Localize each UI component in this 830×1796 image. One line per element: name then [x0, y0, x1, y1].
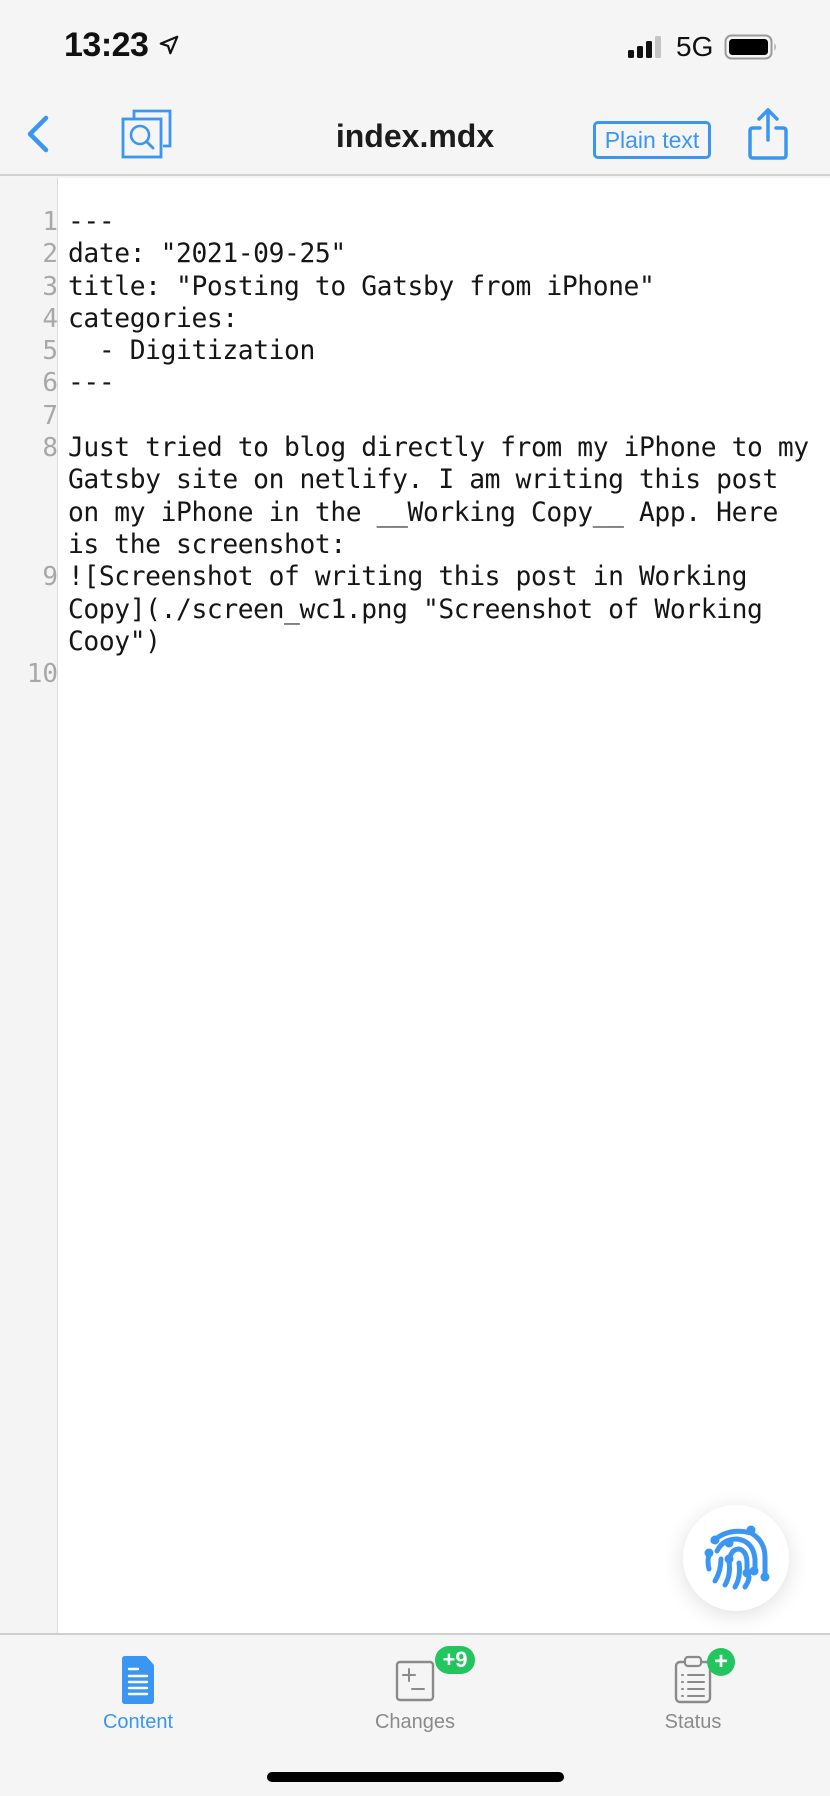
line-text[interactable]: ![Screenshot of writing this post in Wor… [58, 561, 818, 658]
chevron-left-icon[interactable] [18, 112, 58, 156]
signal-icon [628, 36, 661, 58]
line-text[interactable]: ​ [58, 400, 818, 432]
search-files-icon[interactable] [120, 108, 174, 160]
code-line[interactable]: 4 categories: [0, 303, 830, 335]
tab-label: Content [102, 1711, 174, 1733]
line-text[interactable]: categories: [58, 303, 818, 335]
line-number: 8 [42, 433, 58, 464]
tab-label: Changes [374, 1711, 456, 1733]
editor-lines[interactable]: 1 --- 2 date: "2021-09-25" 3 title: "Pos… [0, 206, 830, 690]
diff-icon [395, 1660, 435, 1702]
navigation-bar: index.mdx Plain text [0, 94, 830, 176]
line-text[interactable]: date: "2021-09-25" [58, 238, 818, 270]
line-number: 5 [42, 336, 58, 367]
code-line[interactable]: 10 ​ [0, 658, 830, 690]
line-text[interactable]: ​ [58, 658, 818, 690]
home-indicator[interactable] [267, 1772, 564, 1782]
code-line[interactable]: 7 ​ [0, 400, 830, 432]
changes-count-badge: +9 [435, 1646, 475, 1674]
line-text[interactable]: --- [58, 367, 818, 399]
plain-text-mode-button[interactable]: Plain text [593, 121, 711, 159]
battery-icon [724, 34, 776, 60]
document-icon [122, 1656, 154, 1704]
line-number: 10 [26, 659, 58, 690]
tab-changes[interactable]: +9 Changes [335, 1645, 495, 1735]
share-icon[interactable] [746, 106, 790, 162]
line-number: 3 [42, 271, 58, 302]
code-line[interactable]: 9 ![Screenshot of writing this post in W… [0, 561, 830, 658]
code-line[interactable]: 3 title: "Posting to Gatsby from iPhone" [0, 271, 830, 303]
tab-status[interactable]: + Status [613, 1645, 773, 1735]
fingerprint-unlock-button[interactable] [683, 1505, 789, 1611]
line-number: 6 [42, 368, 58, 399]
line-number: 4 [42, 303, 58, 334]
line-number: 2 [42, 239, 58, 270]
tab-label: Status [664, 1711, 722, 1733]
line-text[interactable]: - Digitization [58, 335, 818, 367]
tab-content[interactable]: Content [58, 1645, 218, 1735]
line-number: 7 [42, 400, 58, 431]
line-text[interactable]: Just tried to blog directly from my iPho… [58, 432, 818, 561]
code-line[interactable]: 2 date: "2021-09-25" [0, 238, 830, 270]
location-arrow-icon [159, 35, 179, 55]
line-number: 9 [42, 562, 58, 593]
code-line[interactable]: 8 Just tried to blog directly from my iP… [0, 432, 830, 561]
status-badge: + [707, 1648, 735, 1676]
status-time: 13:23 [64, 26, 149, 64]
status-bar: 13:23 5G [0, 0, 830, 94]
line-text[interactable]: title: "Posting to Gatsby from iPhone" [58, 271, 818, 303]
network-type: 5G [676, 31, 714, 62]
code-editor[interactable]: 1 --- 2 date: "2021-09-25" 3 title: "Pos… [0, 178, 830, 1633]
code-line[interactable]: 6 --- [0, 367, 830, 399]
line-text[interactable]: --- [58, 206, 818, 238]
fingerprint-icon [704, 1525, 770, 1590]
code-line[interactable]: 1 --- [0, 206, 830, 238]
code-line[interactable]: 5 - Digitization [0, 335, 830, 367]
line-number: 1 [42, 207, 58, 237]
